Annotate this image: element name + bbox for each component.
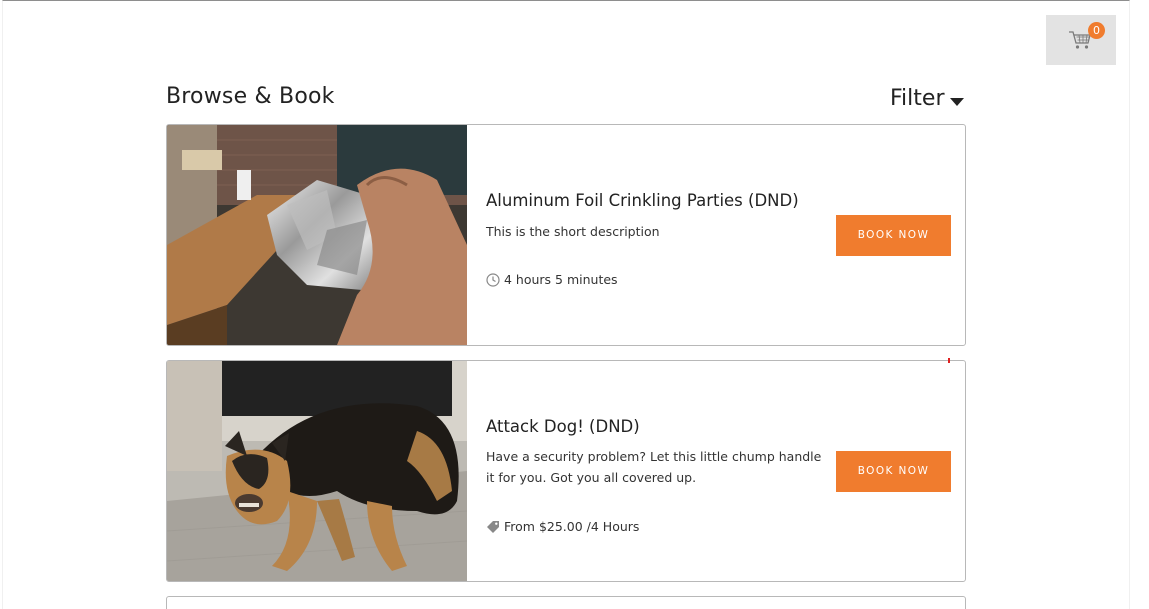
service-card[interactable]: Attack Dog! (DND) Have a security proble…: [166, 360, 966, 582]
price-text: From $25.00 /4 Hours: [504, 519, 640, 534]
service-card[interactable]: Aluminum Foil Crinkling Parties (DND) Th…: [166, 124, 966, 346]
clock-icon: [486, 272, 500, 287]
book-now-button[interactable]: BOOK NOW: [836, 451, 951, 492]
cart-count-badge: 0: [1088, 22, 1105, 39]
service-card[interactable]: [166, 596, 966, 609]
service-image-dog[interactable]: [167, 361, 467, 581]
service-description: This is the short description: [486, 224, 660, 239]
service-name[interactable]: Aluminum Foil Crinkling Parties (DND): [486, 191, 799, 210]
service-image-foil[interactable]: [167, 125, 467, 345]
page-title: Browse & Book: [166, 84, 335, 109]
service-name[interactable]: Attack Dog! (DND): [486, 417, 640, 436]
price-tag-icon: [487, 520, 499, 533]
service-description: Have a security problem? Let this little…: [486, 449, 822, 485]
duration-text: 4 hours 5 minutes: [504, 272, 618, 287]
service-price: From $25.00 /4 Hours: [486, 519, 639, 534]
decorative-mark: [948, 358, 950, 363]
caret-down-icon: [950, 97, 965, 106]
cart-button[interactable]: 0: [1046, 15, 1116, 65]
filter-dropdown[interactable]: Filter: [890, 86, 965, 111]
book-now-button[interactable]: BOOK NOW: [836, 215, 951, 256]
filter-label: Filter: [890, 86, 945, 111]
service-duration: 4 hours 5 minutes: [486, 272, 618, 287]
